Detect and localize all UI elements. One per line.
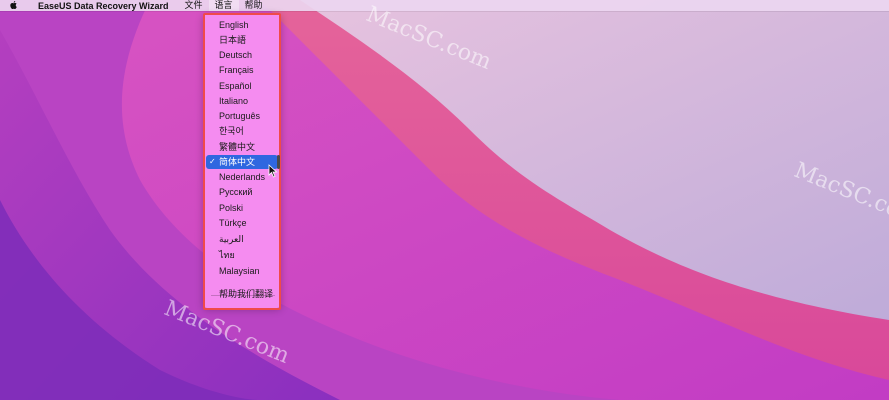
checkmark-icon: ✓ xyxy=(209,157,216,166)
lang-item-italian[interactable]: Italiano xyxy=(206,94,278,108)
lang-item-russian[interactable]: Русский xyxy=(206,185,278,199)
lang-item-thai[interactable]: ไทย xyxy=(206,248,278,262)
menu-bar: EaseUS Data Recovery Wizard 文件 语言 帮助 xyxy=(0,0,889,11)
apple-logo-icon[interactable] xyxy=(0,0,26,11)
lang-item-arabic[interactable]: العربية xyxy=(206,232,278,246)
menu-file[interactable]: 文件 xyxy=(178,0,208,11)
lang-item-french[interactable]: Français xyxy=(206,63,278,77)
lang-item-german[interactable]: Deutsch xyxy=(206,48,278,62)
lang-item-malaysian[interactable]: Malaysian xyxy=(206,264,278,278)
desktop-wallpaper xyxy=(0,0,889,400)
mouse-cursor-icon xyxy=(268,164,278,178)
lang-item-label: 简体中文 xyxy=(219,157,256,167)
lang-item-spanish[interactable]: Español xyxy=(206,79,278,93)
lang-item-turkish[interactable]: Türkçe xyxy=(206,216,278,230)
lang-item-japanese[interactable]: 日本語 xyxy=(206,33,278,47)
lang-item-traditional-chinese[interactable]: 繁體中文 xyxy=(206,140,278,154)
lang-item-polish[interactable]: Polski xyxy=(206,201,278,215)
lang-item-english[interactable]: English xyxy=(206,18,278,32)
menu-language[interactable]: 语言 xyxy=(208,0,239,11)
lang-item-korean[interactable]: 한국어 xyxy=(206,124,278,138)
menu-help[interactable]: 帮助 xyxy=(239,0,269,11)
lang-item-portuguese[interactable]: Português xyxy=(206,109,278,123)
language-dropdown-menu: English 日本語 Deutsch Français Español Ita… xyxy=(203,13,281,310)
app-name-menu[interactable]: EaseUS Data Recovery Wizard xyxy=(38,1,168,11)
help-translate-item[interactable]: 帮助我们翻译 xyxy=(206,287,278,301)
